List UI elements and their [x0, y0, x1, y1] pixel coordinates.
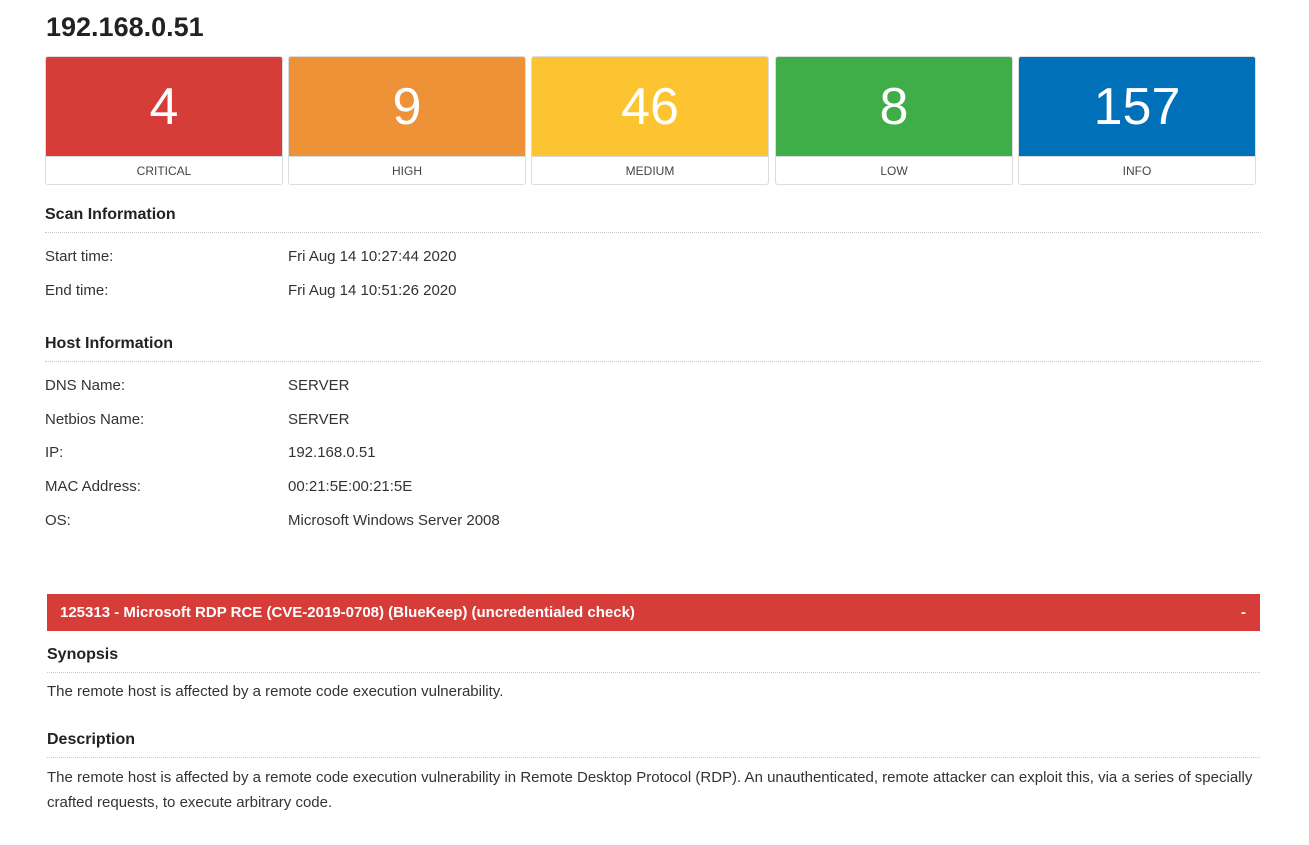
info-count: 157 [1019, 57, 1255, 156]
severity-card-info: 157 INFO [1018, 56, 1256, 185]
severity-card-critical: 4 CRITICAL [45, 56, 283, 185]
start-time-value: Fri Aug 14 10:27:44 2020 [288, 248, 457, 265]
os-label: OS: [45, 512, 71, 529]
description-heading: Description [47, 731, 136, 748]
high-count: 9 [289, 57, 525, 156]
medium-label: MEDIUM [532, 156, 768, 184]
os-value: Microsoft Windows Server 2008 [288, 512, 500, 529]
low-count: 8 [776, 57, 1012, 156]
scan-info-heading: Scan Information [45, 206, 176, 223]
critical-label: CRITICAL [46, 156, 282, 184]
ip-value: 192.168.0.51 [288, 444, 376, 461]
info-label: INFO [1019, 156, 1255, 184]
vulnerability-header[interactable]: 125313 - Microsoft RDP RCE (CVE-2019-070… [47, 594, 1260, 631]
synopsis-text: The remote host is affected by a remote … [47, 683, 504, 700]
severity-card-low: 8 LOW [775, 56, 1013, 185]
host-info-heading: Host Information [45, 335, 173, 352]
severity-card-medium: 46 MEDIUM [531, 56, 769, 185]
divider [45, 232, 1261, 233]
description-text: The remote host is affected by a remote … [47, 769, 1253, 811]
dns-name-label: DNS Name: [45, 377, 126, 394]
critical-count: 4 [46, 57, 282, 156]
high-label: HIGH [289, 156, 525, 184]
dns-name-value: SERVER [288, 377, 350, 394]
severity-summary: 4 CRITICAL 9 HIGH 46 MEDIUM 8 LOW 157 IN… [45, 56, 1257, 185]
end-time-label: End time: [45, 282, 109, 299]
divider [45, 361, 1261, 362]
mac-address-label: MAC Address: [45, 478, 141, 495]
low-label: LOW [776, 156, 1012, 184]
netbios-name-label: Netbios Name: [45, 411, 145, 428]
medium-count: 46 [532, 57, 768, 156]
vulnerability-title[interactable]: 125313 - Microsoft RDP RCE (CVE-2019-070… [60, 603, 635, 623]
ip-label: IP: [45, 444, 64, 461]
end-time-value: Fri Aug 14 10:51:26 2020 [288, 282, 457, 299]
start-time-label: Start time: [45, 248, 114, 265]
synopsis-heading: Synopsis [47, 646, 119, 663]
collapse-toggle[interactable]: - [1241, 603, 1246, 623]
host-title: 192.168.0.51 [46, 12, 204, 42]
netbios-name-value: SERVER [288, 411, 350, 428]
divider [47, 757, 1260, 758]
mac-address-value: 00:21:5E:00:21:5E [288, 478, 413, 495]
divider [47, 672, 1260, 673]
severity-card-high: 9 HIGH [288, 56, 526, 185]
